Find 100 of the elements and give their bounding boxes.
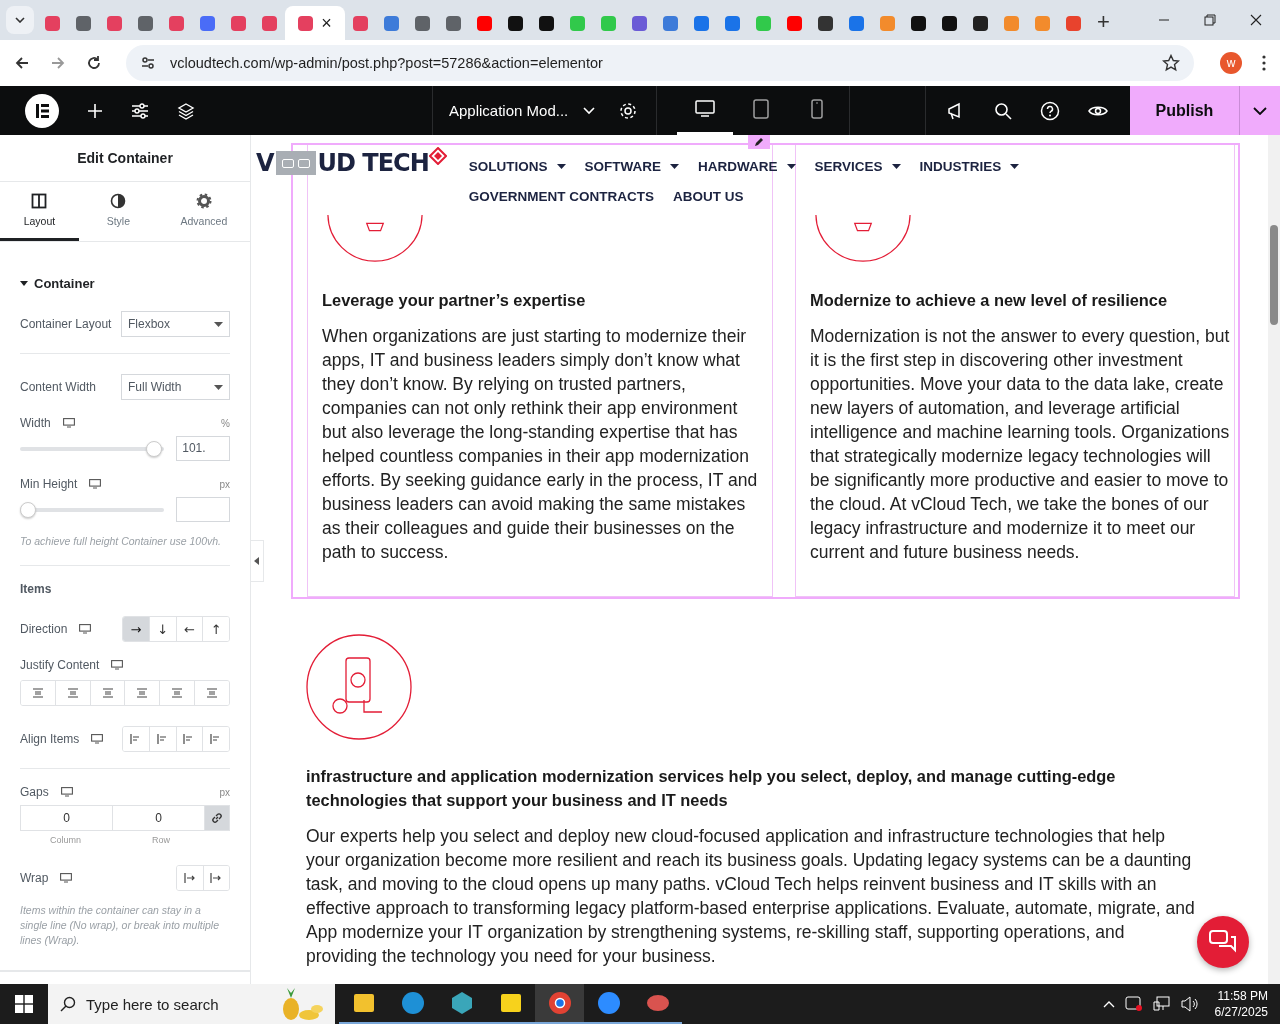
justify-icon xyxy=(101,688,114,698)
monitor-icon[interactable] xyxy=(62,418,75,428)
close-icon[interactable] xyxy=(1250,14,1262,26)
address-field[interactable]: vcloudtech.com/wp-admin/post.php?post=57286&action=elementor xyxy=(126,45,1194,81)
back-icon[interactable] xyxy=(14,55,30,71)
edit-pencil-button[interactable] xyxy=(748,135,770,149)
field-label: Content Width xyxy=(20,380,97,394)
logo-text[interactable]: V xyxy=(256,149,274,177)
nav-link[interactable]: SOFTWARE xyxy=(584,159,680,174)
chat-bubbles-icon xyxy=(1209,930,1237,954)
new-tab-button[interactable]: + xyxy=(1097,6,1110,40)
publish-button[interactable]: Publish xyxy=(1130,86,1239,135)
field-label: Gaps xyxy=(20,785,49,799)
monitor-icon[interactable] xyxy=(79,624,92,634)
monitor-icon[interactable] xyxy=(91,734,104,744)
caret-down-icon[interactable] xyxy=(20,281,28,286)
notification-app-icon[interactable] xyxy=(1124,996,1143,1012)
chevron-down-icon xyxy=(15,17,25,23)
menu-icon[interactable] xyxy=(1262,55,1266,71)
monitor-icon[interactable] xyxy=(89,479,102,489)
wrap-icon xyxy=(210,873,223,883)
min-height-slider[interactable] xyxy=(20,501,165,518)
clock-date[interactable]: 6/27/2025 xyxy=(1214,1004,1268,1020)
nav-link[interactable]: INDUSTRIES xyxy=(919,159,1020,174)
chevron-up-icon[interactable] xyxy=(1102,1000,1115,1008)
close-tab-button[interactable]: × xyxy=(321,14,332,32)
field-label: Align Items xyxy=(20,732,80,746)
search-icon[interactable] xyxy=(994,101,1012,120)
taskbar-app-button[interactable] xyxy=(535,984,584,1024)
chat-button[interactable] xyxy=(1197,916,1249,968)
justify-option[interactable] xyxy=(194,681,229,705)
container-handle[interactable] xyxy=(275,151,316,175)
settings-icon[interactable] xyxy=(619,101,637,120)
logo-text[interactable]: UD TECH xyxy=(317,149,429,177)
monitor-icon[interactable] xyxy=(111,660,124,670)
column-paragraph: Modernization is not the answer to every question, but it is the first step in discovering other investment opportunities. Move your data to the data lake, create new layers of automation, and leverage artificial intelligence and machine learning tools. Organizations that strategically modernize legacy technologies will be significantly more productive and easier to move to the cloud. At vCloud Tech, we take the bones of our legacy infrastructure and modernize it to meet our current and future business needs. xyxy=(810,325,1231,564)
collapse-panel-handle[interactable] xyxy=(251,540,264,582)
field-label: Container Layout xyxy=(20,317,112,331)
caption-text: Row xyxy=(152,835,171,845)
site-info-icon[interactable] xyxy=(140,55,156,71)
taskbar-search-field[interactable]: Type here to search xyxy=(48,984,335,1024)
width-slider[interactable] xyxy=(20,440,165,457)
profile-avatar[interactable]: w xyxy=(1220,52,1242,74)
network-icon[interactable] xyxy=(1152,996,1171,1012)
width-input[interactable]: 101. xyxy=(176,436,230,461)
nav-link[interactable]: HARDWARE xyxy=(698,159,796,174)
nav-link[interactable]: GOVERNMENT CONTRACTS xyxy=(468,189,655,204)
nav-link[interactable]: ABOUT US xyxy=(673,189,744,204)
nav-link[interactable]: SOLUTIONS xyxy=(468,159,566,174)
layers-icon[interactable] xyxy=(177,101,195,120)
bookmark-star-icon[interactable] xyxy=(1162,54,1180,72)
items-heading: Items xyxy=(20,582,53,596)
pencil-icon xyxy=(754,137,764,147)
sliders-icon[interactable] xyxy=(131,102,149,119)
column-paragraph: When organizations are just starting to modernize their apps, IT and business leaders simply don’t know what they don’t know. By relying on trusted partners, companies can not only rethink their app environment but also leverage the long-standing expertise that has helped countless companies in their app modernization efforts. By seeking guidance early in the process, IT and business leaders can avoid making the same mistakes as their colleagues and guide their businesses on the path to success. xyxy=(322,325,759,564)
justify-icon xyxy=(66,688,79,698)
diamond-logo-icon xyxy=(428,147,447,165)
panel-tab[interactable]: Style xyxy=(78,182,158,241)
wrap-option[interactable] xyxy=(202,866,229,890)
caret-left-icon xyxy=(254,557,260,565)
min-height-input[interactable] xyxy=(176,497,230,522)
unit-select[interactable]: px xyxy=(219,786,230,798)
hexagon-app-icon xyxy=(449,991,474,1015)
monitor-icon[interactable] xyxy=(60,873,73,883)
browser-tab[interactable]: × xyxy=(285,6,345,40)
caret-down-icon xyxy=(670,163,680,170)
panel-tab[interactable]: Layout xyxy=(0,182,79,241)
align-option[interactable] xyxy=(202,727,229,751)
unit-select[interactable]: px xyxy=(219,478,230,490)
content-width-select[interactable]: Full Width xyxy=(121,374,230,400)
panel-title: Edit Container xyxy=(0,135,250,182)
section-title[interactable]: Container xyxy=(34,276,95,291)
reload-icon[interactable] xyxy=(86,55,102,71)
field-label: Wrap xyxy=(20,871,49,885)
panel-tab[interactable]: Advanced xyxy=(157,182,250,241)
monitor-icon[interactable] xyxy=(60,787,73,797)
column-gap-input[interactable]: 0 xyxy=(21,806,113,830)
chevron-down-icon[interactable] xyxy=(583,106,595,115)
container-layout-select[interactable]: Flexbox xyxy=(121,311,230,337)
direction-option[interactable]: → xyxy=(123,617,149,641)
tab-search-button[interactable] xyxy=(6,6,34,34)
justify-icon xyxy=(171,688,184,698)
direction-option[interactable]: ↑ xyxy=(202,617,229,641)
scrollbar[interactable] xyxy=(1268,135,1280,984)
page-title[interactable]: Application Mod... xyxy=(449,102,569,119)
selected-container[interactable] xyxy=(291,143,1240,599)
volume-icon[interactable] xyxy=(1180,996,1199,1012)
windows-start-icon[interactable] xyxy=(15,995,33,1013)
unit-select[interactable]: % xyxy=(221,417,230,429)
link-button[interactable] xyxy=(205,806,229,830)
wrap-icon xyxy=(183,873,196,883)
field-label: Min Height xyxy=(20,477,78,491)
field-label: Direction xyxy=(20,622,68,636)
nav-link[interactable]: SERVICES xyxy=(814,159,901,174)
caret-down-icon xyxy=(214,384,223,390)
restore-icon[interactable] xyxy=(1204,14,1216,26)
help-icon[interactable] xyxy=(1040,100,1060,121)
clock-time[interactable]: 11:58 PM xyxy=(1217,988,1268,1004)
add-icon[interactable] xyxy=(87,102,103,119)
forward-icon[interactable] xyxy=(50,55,66,71)
